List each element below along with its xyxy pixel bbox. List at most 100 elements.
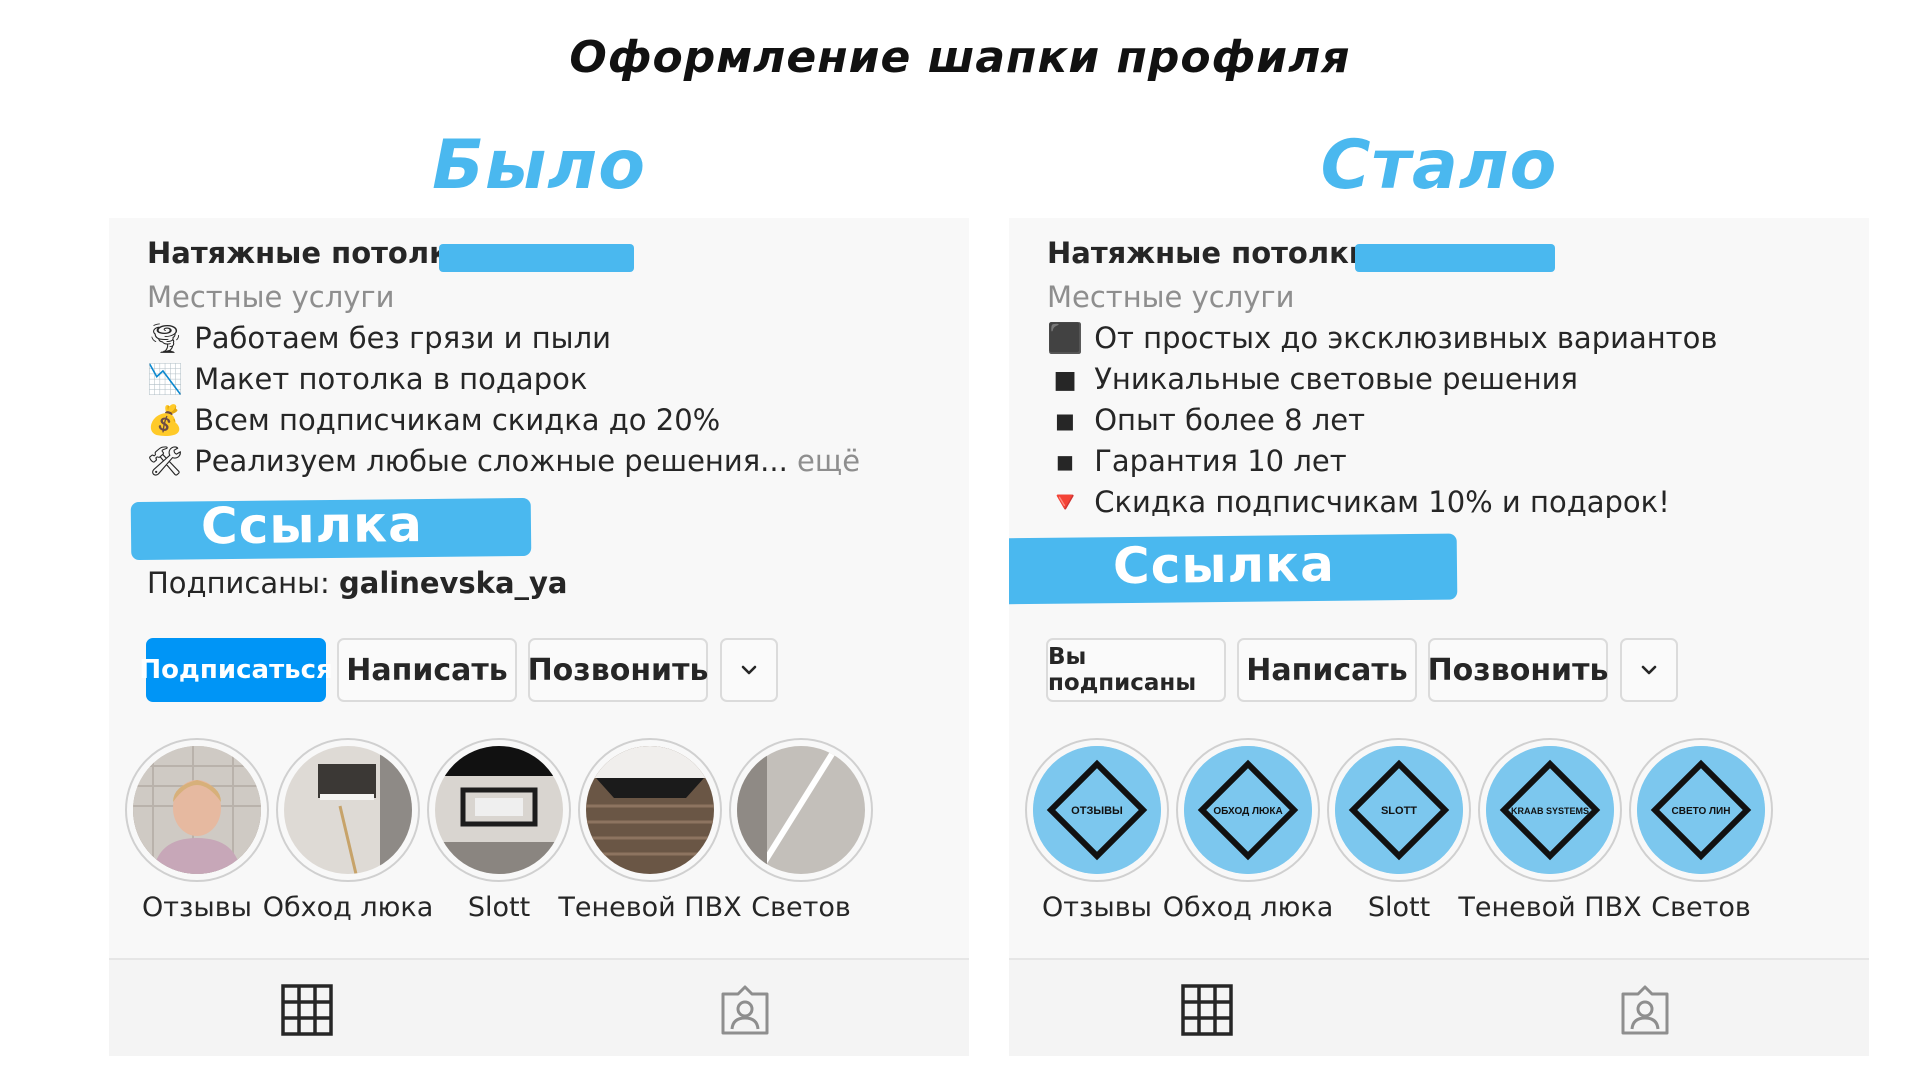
bio-line: 📉 Макет потолка в подарок	[145, 359, 860, 400]
followed-user-link[interactable]: galinevska_ya	[339, 566, 568, 600]
before-heading: Было	[432, 126, 646, 205]
bio-text: Скидка подписчикам 10% и подарок!	[1094, 485, 1670, 519]
more-options-button[interactable]	[1620, 638, 1678, 702]
cover-text: ОТЗЫВЫ	[1071, 805, 1123, 817]
message-button[interactable]: Написать	[337, 638, 517, 702]
more-options-button[interactable]	[720, 638, 778, 702]
highlight-cover-photo	[284, 746, 412, 874]
bio-text: Реализуем любые сложные решения...	[194, 444, 788, 478]
call-button[interactable]: Позвонить	[1428, 638, 1608, 702]
highlight-ring	[578, 738, 722, 882]
highlight-cover-photo	[737, 746, 865, 874]
bio-text: От простых до эксклюзивных вариантов	[1094, 321, 1718, 355]
shadow-pvc-photo-icon	[586, 746, 714, 874]
page-title: Оформление шапки профиля	[569, 32, 1351, 83]
bio-line: 🛠 Реализуем любые сложные решения... ещё	[145, 441, 860, 482]
bio-text: Работаем без грязи и пыли	[194, 321, 611, 355]
diamond-frame-icon: ОБХОД ЛЮКА	[1184, 746, 1312, 874]
highlight-ring: KRAAB SYSTEMS	[1478, 738, 1622, 882]
highlight-ring	[276, 738, 420, 882]
highlight-cover-photo	[586, 746, 714, 874]
bio-text: Макет потолка в подарок	[194, 362, 588, 396]
highlight-label: Светов	[1651, 892, 1751, 923]
highlight-item[interactable]: Светов	[706, 738, 896, 923]
highlight-cover: ОБХОД ЛЮКА	[1184, 746, 1312, 874]
slott-ceiling-photo-icon	[435, 746, 563, 874]
link-label: Ссылка	[200, 495, 424, 556]
highlight-cover: ОТЗЫВЫ	[1033, 746, 1161, 874]
highlight-ring: ОБХОД ЛЮКА	[1176, 738, 1320, 882]
highlight-ring: ОТЗЫВЫ	[1025, 738, 1169, 882]
tagged-icon[interactable]	[719, 984, 771, 1036]
diamond-frame-icon: СВЕТО ЛИН	[1637, 746, 1765, 874]
chevron-down-icon	[1641, 665, 1657, 675]
cover-text: СВЕТО ЛИН	[1672, 806, 1731, 817]
grid-icon[interactable]	[1181, 984, 1233, 1036]
red-triangle-down-icon: 🔻	[1046, 485, 1084, 519]
diamond-frame-icon: ОТЗЫВЫ	[1033, 746, 1161, 874]
tagged-icon[interactable]	[1619, 984, 1671, 1036]
bio-line: 💰 Всем подписчикам скидка до 20%	[145, 400, 860, 441]
cover-text: SLOTT	[1381, 805, 1417, 817]
tornado-icon: 🌪	[146, 321, 184, 355]
cover-text: KRAAB SYSTEMS	[1511, 806, 1589, 816]
highlight-ring: SLOTT	[1327, 738, 1471, 882]
story-highlights: Отзывы Обход люка Slott Теневой ПВХ Свет…	[109, 738, 969, 938]
black-medium-square-icon: ◼	[1052, 362, 1078, 396]
name-redaction	[1355, 244, 1555, 272]
bio-line: ▪ Гарантия 10 лет	[1045, 441, 1717, 482]
followed-by: Подписаны: galinevska_ya	[147, 566, 568, 600]
more-link[interactable]: ещё	[797, 444, 860, 478]
profile-category: Местные услуги	[147, 280, 395, 314]
bio-line: ◾ Опыт более 8 лет	[1045, 400, 1717, 441]
chart-down-icon: 📉	[146, 362, 184, 396]
highlight-cover-photo	[435, 746, 563, 874]
before-profile-panel: Натяжные потолки Местные услуги 🌪 Работа…	[109, 218, 969, 1056]
highlight-ring	[729, 738, 873, 882]
highlight-item[interactable]: СВЕТО ЛИН Светов	[1606, 738, 1796, 923]
name-redaction	[439, 244, 634, 272]
profile-category: Местные услуги	[1047, 280, 1295, 314]
highlight-cover: СВЕТО ЛИН	[1637, 746, 1765, 874]
bio-line: 🌪 Работаем без грязи и пыли	[145, 318, 860, 359]
highlight-cover: KRAAB SYSTEMS	[1486, 746, 1614, 874]
bio-text: Всем подписчикам скидка до 20%	[194, 403, 721, 437]
profile-link[interactable]: Ссылка	[130, 495, 532, 561]
bio-text: Опыт более 8 лет	[1094, 403, 1366, 437]
black-large-square-icon: ⬛	[1046, 321, 1084, 355]
cover-text: ОБХОД ЛЮКА	[1213, 806, 1282, 817]
black-tiny-square-icon: ▪	[1055, 444, 1075, 478]
diamond-frame-icon: SLOTT	[1335, 746, 1463, 874]
highlight-label: Светов	[751, 892, 851, 923]
bio-text: Гарантия 10 лет	[1094, 444, 1347, 478]
profile-bio: ⬛ От простых до эксклюзивных вариантов ◼…	[1045, 318, 1717, 523]
bio-text: Уникальные световые решения	[1094, 362, 1578, 396]
message-button[interactable]: Написать	[1237, 638, 1417, 702]
profile-bio: 🌪 Работаем без грязи и пыли 📉 Макет пото…	[145, 318, 860, 482]
link-label: Ссылка	[1112, 534, 1336, 596]
call-button[interactable]: Позвонить	[528, 638, 708, 702]
chevron-down-icon	[741, 665, 757, 675]
bio-line: ⬛ От простых до эксклюзивных вариантов	[1045, 318, 1717, 359]
tools-icon: 🛠	[146, 444, 184, 478]
profile-link[interactable]: Ссылка	[1009, 533, 1458, 605]
highlight-ring	[427, 738, 571, 882]
following-button[interactable]: Вы подписаны	[1046, 638, 1226, 702]
person-photo-icon	[133, 746, 261, 874]
highlight-cover-photo	[133, 746, 261, 874]
highlight-cover: SLOTT	[1335, 746, 1463, 874]
money-bag-icon: 💰	[146, 403, 184, 437]
highlight-ring	[125, 738, 269, 882]
light-lines-photo-icon	[737, 746, 865, 874]
diamond-frame-icon: KRAAB SYSTEMS	[1486, 746, 1614, 874]
profile-tabbar	[1009, 958, 1869, 1056]
ceiling-hatch-photo-icon	[284, 746, 412, 874]
story-highlights: ОТЗЫВЫ Отзывы ОБХОД ЛЮКА Обход люка SLOT…	[1009, 738, 1869, 938]
grid-icon[interactable]	[281, 984, 333, 1036]
highlight-ring: СВЕТО ЛИН	[1629, 738, 1773, 882]
followed-prefix: Подписаны:	[147, 566, 330, 600]
profile-tabbar	[109, 958, 969, 1056]
follow-button[interactable]: Подписаться	[139, 638, 333, 702]
after-heading: Стало	[1320, 126, 1558, 205]
after-profile-panel: Натяжные потолки Местные услуги ⬛ От про…	[1009, 218, 1869, 1056]
